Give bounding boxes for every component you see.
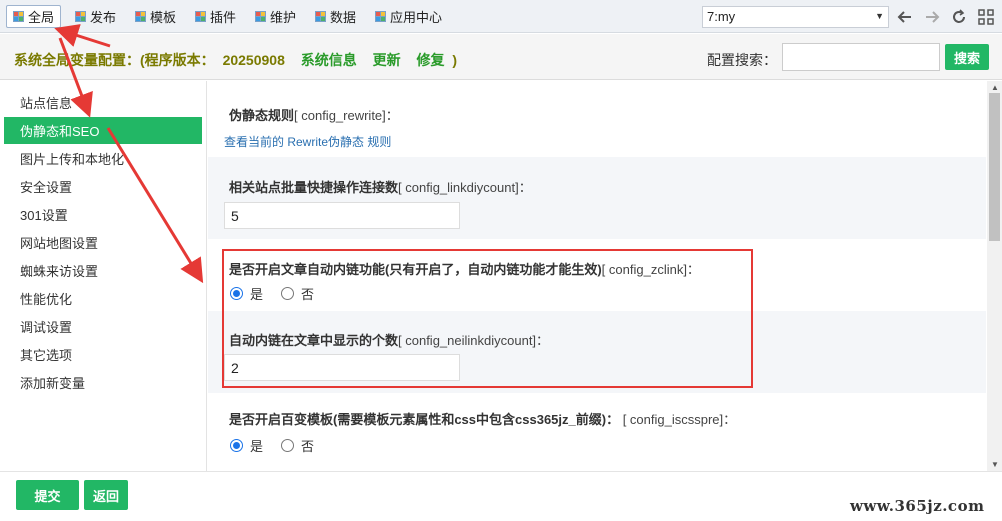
system-info-link[interactable]: 系统信息	[301, 52, 357, 68]
setting-label: 是否开启百变模板(需要模板元素属性和css中包含css365jz_前缀)： [ …	[229, 409, 736, 428]
page-title-closing: )	[452, 52, 458, 68]
sidebar-item-add-variable[interactable]: 添加新变量	[4, 369, 202, 396]
nav-item-plugin[interactable]: 插件	[189, 5, 242, 28]
watermark-text: www.365jz.com	[850, 497, 985, 515]
annotation-highlight-box	[222, 249, 753, 388]
version-number: 20250908	[222, 52, 285, 68]
sidebar-item-rewrite-seo[interactable]: 伪静态和SEO	[4, 117, 202, 144]
update-link[interactable]: 更新	[373, 52, 401, 68]
site-select[interactable]: 7:my ▼	[702, 6, 889, 28]
view-rewrite-rules-link[interactable]: 查看当前的 Rewrite伪静态 规则	[224, 133, 391, 150]
nav-item-data[interactable]: 数据	[309, 5, 362, 28]
setting-key: [ config_iscsspre]：	[622, 412, 737, 427]
submit-button[interactable]: 提交	[16, 480, 79, 510]
nav-item-app-center[interactable]: 应用中心	[369, 5, 448, 28]
sidebar-item-site-info[interactable]: 站点信息	[4, 89, 202, 116]
module-icon	[375, 11, 386, 22]
settings-sidebar: 站点信息 伪静态和SEO 图片上传和本地化 安全设置 301设置 网站地图设置 …	[0, 81, 207, 471]
refresh-icon[interactable]	[948, 6, 970, 28]
setting-label-text: 伪静态规则	[229, 108, 295, 123]
repair-link[interactable]: 修复	[417, 52, 445, 68]
sidebar-item-label: 添加新变量	[20, 376, 86, 391]
setting-key: [ config_linkdiycount]：	[398, 180, 532, 195]
sidebar-item-image-upload[interactable]: 图片上传和本地化	[4, 145, 202, 172]
nav-item-label: 维护	[270, 10, 297, 25]
scroll-thumb[interactable]	[989, 93, 1000, 241]
nav-item-label: 全局	[28, 10, 55, 25]
scroll-down-icon[interactable]: ▼	[991, 460, 999, 469]
sidebar-item-sitemap[interactable]: 网站地图设置	[4, 229, 202, 256]
search-button[interactable]: 搜索	[945, 44, 989, 70]
module-icon	[195, 11, 206, 22]
sidebar-item-label: 网站地图设置	[20, 236, 99, 251]
nav-item-label: 插件	[210, 10, 237, 25]
arrow-right-icon[interactable]	[921, 6, 943, 28]
sidebar-item-label: 蜘蛛来访设置	[20, 264, 99, 279]
site-select-value: 7:my	[707, 9, 736, 24]
setting-label: 相关站点批量快捷操作连接数[ config_linkdiycount]：	[229, 177, 532, 196]
radio-label-no: 否	[301, 439, 315, 454]
nav-item-maintain[interactable]: 维护	[249, 5, 302, 28]
iscsspre-radio-no[interactable]	[281, 439, 295, 452]
setting-label-text: 是否开启百变模板(需要模板元素属性和css中包含css365jz_前缀)：	[229, 412, 620, 427]
back-button[interactable]: 返回	[84, 480, 128, 510]
setting-iscsspre: 是否开启百变模板(需要模板元素属性和css中包含css365jz_前缀)： [ …	[208, 393, 986, 471]
sidebar-item-label: 调试设置	[20, 320, 73, 335]
nav-item-label: 应用中心	[390, 10, 443, 25]
top-nav-bar: 全局 发布 模板 插件 维护 数据 应用中心 7:my ▼	[0, 0, 1002, 33]
arrow-left-icon[interactable]	[894, 6, 916, 28]
sidebar-item-other[interactable]: 其它选项	[4, 341, 202, 368]
nav-item-global[interactable]: 全局	[6, 5, 62, 28]
grid-icon[interactable]	[975, 6, 997, 28]
sidebar-item-label: 伪静态和SEO	[20, 124, 100, 139]
sidebar-item-label: 性能优化	[20, 292, 73, 307]
module-icon	[13, 11, 24, 22]
form-footer: 提交 返回 www.365jz.com	[0, 471, 1002, 521]
vertical-scrollbar[interactable]: ▲ ▼	[987, 81, 1002, 471]
sidebar-item-label: 安全设置	[20, 180, 73, 195]
nav-item-label: 发布	[90, 10, 117, 25]
iscsspre-radio-yes[interactable]	[230, 439, 243, 452]
sidebar-item-label: 301设置	[20, 208, 68, 223]
iscsspre-radio-group: 是 否	[230, 436, 314, 455]
sidebar-item-label: 站点信息	[20, 96, 73, 111]
sidebar-item-performance[interactable]: 性能优化	[4, 285, 202, 312]
radio-label-yes: 是	[250, 439, 264, 454]
module-icon	[255, 11, 266, 22]
nav-item-label: 模板	[150, 10, 177, 25]
setting-label: 伪静态规则[ config_rewrite]：	[229, 105, 399, 124]
setting-linkdiycount: 相关站点批量快捷操作连接数[ config_linkdiycount]：	[208, 157, 986, 239]
sidebar-item-301[interactable]: 301设置	[4, 201, 202, 228]
setting-rewrite: 伪静态规则[ config_rewrite]： 查看当前的 Rewrite伪静态…	[208, 81, 986, 157]
module-icon	[315, 11, 326, 22]
sidebar-item-security[interactable]: 安全设置	[4, 173, 202, 200]
module-icon	[135, 11, 146, 22]
sidebar-item-label: 图片上传和本地化	[20, 152, 125, 167]
scroll-up-icon[interactable]: ▲	[991, 83, 999, 92]
setting-label-text: 相关站点批量快捷操作连接数	[229, 180, 399, 195]
config-header: 系统全局变量配置：(程序版本： 20250908 系统信息 更新 修复 ) 配置…	[0, 34, 1002, 80]
sidebar-item-label: 其它选项	[20, 348, 73, 363]
page-title: 系统全局变量配置：(程序版本： 20250908 系统信息 更新 修复 )	[14, 50, 457, 70]
chevron-down-icon: ▼	[875, 11, 884, 21]
sidebar-item-spider[interactable]: 蜘蛛来访设置	[4, 257, 202, 284]
config-search-input[interactable]	[782, 43, 940, 71]
nav-item-publish[interactable]: 发布	[69, 5, 122, 28]
page-title-text: 系统全局变量配置：(程序版本：	[14, 52, 215, 68]
sidebar-item-debug[interactable]: 调试设置	[4, 313, 202, 340]
nav-item-template[interactable]: 模板	[129, 5, 182, 28]
module-icon	[75, 11, 86, 22]
nav-item-label: 数据	[330, 10, 357, 25]
search-label: 配置搜索：	[707, 52, 777, 68]
setting-key: [ config_rewrite]：	[294, 108, 399, 123]
linkdiycount-input[interactable]	[224, 202, 460, 229]
